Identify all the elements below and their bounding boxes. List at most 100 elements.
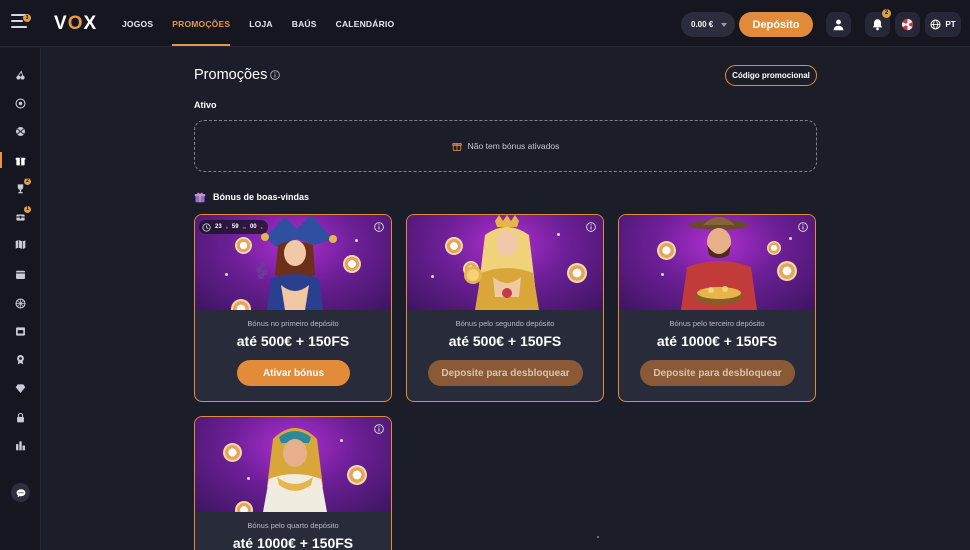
- bonus-image-queen: [407, 215, 603, 310]
- sparkle-icon: [557, 233, 560, 236]
- deposit-to-unlock-button[interactable]: Deposite para desbloquear: [428, 360, 583, 386]
- bonus-card-second-deposit: Bónus pelo segundo depósito até 500€ + 1…: [406, 214, 604, 402]
- activate-bonus-button[interactable]: Ativar bónus: [237, 360, 350, 386]
- sports-ball-icon: [16, 126, 25, 136]
- logo-v: V: [54, 13, 68, 34]
- nav-baus[interactable]: BAÚS: [292, 19, 317, 29]
- page-title: Promoções: [194, 67, 268, 83]
- nav-loja[interactable]: LOJA: [249, 19, 272, 29]
- calendar-icon: [16, 270, 25, 279]
- prospector-character-icon: [681, 217, 757, 310]
- gift-box-icon: [194, 192, 206, 203]
- sidebar-item-vip[interactable]: [0, 378, 41, 398]
- bonus-amount: até 500€ + 150FS: [448, 333, 562, 349]
- active-bonus-empty-state: Não tem bónus ativados: [194, 120, 817, 172]
- bonus-image-pharaoh-queen: [195, 417, 391, 512]
- sidebar-item-slots[interactable]: [0, 65, 41, 85]
- sparkle-icon: [789, 237, 792, 240]
- timer-hours-unit: h: [225, 224, 228, 230]
- top-bar: 3 VOX JOGOS PROMOÇÕES LOJA BAÚS CALENDÁR…: [0, 0, 970, 47]
- welcome-bonus-label: Bónus de boas-vindas: [213, 192, 310, 202]
- sidebar-item-leaderboard[interactable]: [0, 435, 41, 455]
- info-icon[interactable]: [374, 222, 384, 232]
- live-casino-icon: [15, 97, 26, 109]
- profile-button[interactable]: [826, 12, 851, 37]
- cherries-icon: [16, 69, 25, 80]
- globe-icon: [930, 19, 941, 30]
- sidebar-item-map[interactable]: [0, 234, 41, 254]
- nav-promocoes[interactable]: PROMOÇÕES: [172, 19, 231, 46]
- balance-dropdown[interactable]: 0.00 €: [681, 12, 735, 37]
- bonus-image-prospector: [619, 215, 815, 310]
- main-nav: JOGOS PROMOÇÕES LOJA BAÚS CALENDÁRIO: [122, 19, 413, 46]
- menu-icon-bar: [11, 20, 23, 22]
- deposit-button[interactable]: Depósito: [739, 12, 813, 37]
- bonus-card-third-deposit: Bónus pelo terceiro depósito até 1000€ +…: [618, 214, 816, 402]
- rewards-wheel-button[interactable]: [895, 12, 920, 37]
- store-icon: [16, 326, 25, 336]
- sparkle-icon: [661, 273, 664, 276]
- info-icon[interactable]: [798, 222, 808, 232]
- promo-code-button[interactable]: Código promocional: [725, 65, 817, 86]
- chat-button[interactable]: [11, 483, 30, 502]
- logo[interactable]: VOX: [54, 13, 97, 35]
- bonus-amount: até 1000€ + 150FS: [232, 535, 354, 550]
- timer-minutes: 59: [231, 224, 239, 230]
- user-icon: [833, 19, 844, 31]
- sidebar-item-achievements[interactable]: [0, 349, 41, 369]
- empty-state-text: Não tem bónus ativados: [467, 141, 560, 151]
- bonus-subtitle: Bónus pelo segundo depósito: [455, 319, 555, 328]
- chests-badge: 1: [24, 206, 31, 213]
- wheel-of-fortune-icon: [901, 18, 914, 31]
- bonus-card-fourth-deposit: Bónus pelo quarto depósito até 1000€ + 1…: [194, 416, 392, 550]
- bonus-subtitle: Bónus pelo terceiro depósito: [669, 319, 765, 328]
- gift-icon: [15, 157, 26, 165]
- bonus-subtitle: Bónus no primeiro depósito: [247, 319, 339, 328]
- sidebar-item-promotions[interactable]: [0, 150, 41, 170]
- deposit-to-unlock-button[interactable]: Deposite para desbloquear: [640, 360, 795, 386]
- nav-jogos[interactable]: JOGOS: [122, 19, 153, 29]
- chevron-down-icon: [721, 22, 728, 27]
- pharaoh-queen-character-icon: [263, 428, 327, 512]
- language-selector[interactable]: PT: [925, 12, 961, 37]
- language-code: PT: [945, 20, 956, 29]
- notifications-badge: 2: [882, 9, 891, 18]
- sidebar-item-live-casino[interactable]: [0, 93, 41, 113]
- menu-badge: 3: [23, 14, 31, 22]
- bonus-card-first-deposit: 23 h 59 m 00 s Bónus no primeiro depósito a…: [194, 214, 392, 402]
- sidebar-item-wheel[interactable]: [0, 293, 41, 313]
- info-icon[interactable]: [374, 424, 384, 434]
- info-icon[interactable]: [270, 70, 280, 80]
- bell-icon: [872, 19, 883, 31]
- map-icon: [15, 239, 26, 249]
- scroll-indicator: [597, 536, 599, 538]
- gift-icon: [451, 143, 462, 151]
- chat-bubble-icon: [16, 488, 25, 497]
- sparkle-icon: [225, 273, 228, 276]
- bonus-amount: até 500€ + 150FS: [236, 333, 350, 349]
- active-section-title: Ativo: [194, 100, 217, 110]
- bonus-timer: 23 h 59 m 00 s: [199, 220, 268, 234]
- sidebar-item-security[interactable]: [0, 407, 41, 427]
- menu-icon-bar: [11, 26, 27, 28]
- timer-hours: 23: [215, 224, 222, 230]
- sidebar-item-store[interactable]: [0, 321, 41, 341]
- sidebar: 2 1: [0, 48, 41, 550]
- sparkle-icon: [355, 239, 358, 242]
- balance-value: 0.00 €: [691, 20, 714, 29]
- sidebar-item-sports[interactable]: [0, 121, 41, 141]
- sidebar-item-calendar[interactable]: [0, 264, 41, 284]
- logo-x: X: [83, 13, 98, 34]
- casino-chip-icon: [223, 443, 242, 462]
- info-icon[interactable]: [586, 222, 596, 232]
- bonus-image-jester: 23 h 59 m 00 s: [195, 215, 391, 310]
- timer-minutes-unit: m: [242, 224, 246, 230]
- sparkle-icon: [431, 275, 434, 278]
- sidebar-item-tournaments[interactable]: 2: [0, 178, 41, 198]
- casino-chip-icon: [777, 261, 797, 281]
- sidebar-item-chests[interactable]: 1: [0, 206, 41, 226]
- timer-seconds-unit: s: [260, 224, 263, 230]
- welcome-bonus-title: Bónus de boas-vindas: [194, 191, 309, 203]
- clock-icon: [202, 222, 211, 232]
- nav-calendario[interactable]: CALENDÁRIO: [336, 19, 395, 29]
